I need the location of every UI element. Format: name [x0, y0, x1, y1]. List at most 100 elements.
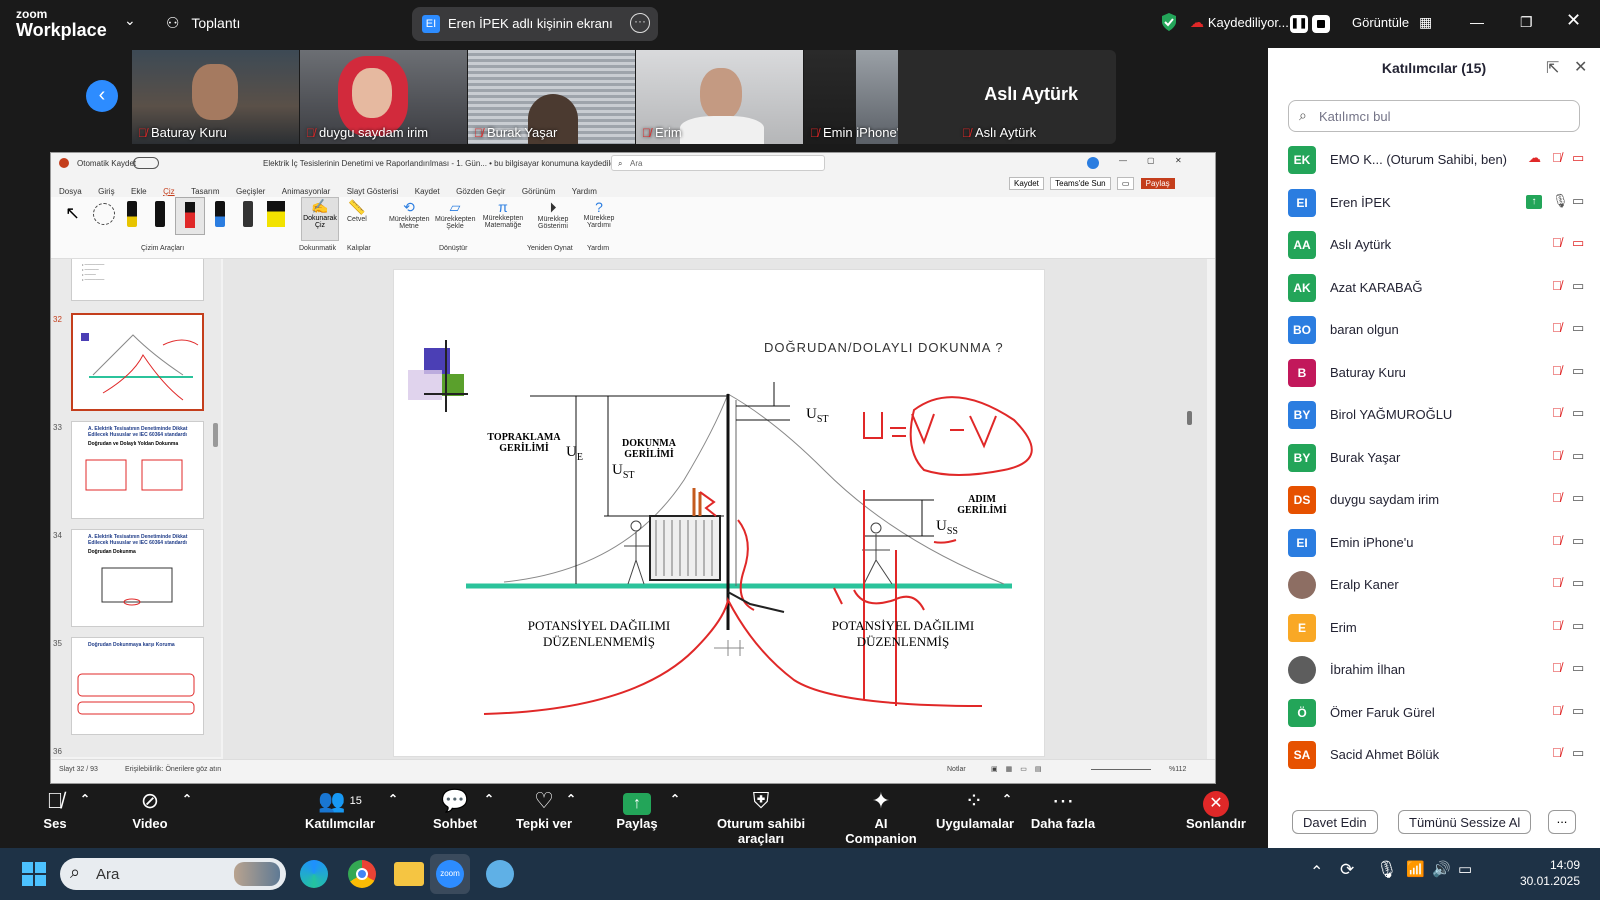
minimize-button[interactable]: — [1470, 14, 1484, 30]
highlighter-icon[interactable] [267, 201, 285, 227]
mic-off-icon[interactable]: 🎙̸ [1552, 320, 1562, 335]
more-button[interactable]: ⋯ Daha fazla [1030, 786, 1096, 831]
menu-review[interactable]: Gözden Geçir [456, 187, 505, 196]
pen-blue-icon[interactable] [215, 201, 225, 227]
video-tile[interactable]: 🎙̸ duygu saydam irim [300, 50, 467, 144]
video-options-chevron[interactable]: ⌃ [182, 792, 192, 806]
ppt-search-box[interactable]: ⌕ Ara [611, 155, 825, 171]
record-button[interactable]: Kaydet [1009, 177, 1044, 190]
microphone-icon[interactable]: 🎙 [1376, 860, 1398, 880]
menu-draw[interactable]: Çiz [163, 187, 175, 196]
edge-icon[interactable] [300, 860, 328, 888]
apps-chevron[interactable]: ⌃ [1002, 792, 1012, 806]
camera-icon[interactable]: ▭ [1572, 150, 1584, 166]
thumb-scrollbar[interactable] [213, 423, 218, 447]
menu-help[interactable]: Yardım [572, 187, 597, 196]
volume-icon[interactable]: 🔊 [1432, 860, 1451, 878]
participant-row[interactable]: EI Emin iPhone'u 🎙̸ ▭ [1288, 528, 1588, 557]
participant-row[interactable]: İbrahim İlhan 🎙̸ ▭ [1288, 656, 1588, 684]
mic-off-icon[interactable]: 🎙̸ [1552, 575, 1562, 590]
ai-companion-button[interactable]: ✦ AI Companion [838, 786, 924, 846]
windows-start-icon[interactable] [22, 862, 46, 886]
slide-thumbnail[interactable]: • ─────── • ───── • ──── • ─────── [71, 259, 204, 301]
zoom-level[interactable]: %112 [1169, 766, 1186, 773]
popout-icon[interactable]: ⇱ [1546, 58, 1559, 78]
close-panel-icon[interactable]: ✕ [1574, 57, 1587, 77]
camera-icon[interactable]: ▭ [1572, 660, 1584, 676]
accessibility-status[interactable]: Erişilebilirlik: Önerilere göz atın [125, 766, 221, 773]
taskbar-search[interactable]: ⌕ Ara [60, 858, 286, 890]
participant-search-input[interactable]: ⌕ Katılımcı bul [1288, 100, 1580, 132]
mic-off-icon[interactable]: 🎙̸ [1552, 533, 1562, 548]
menu-transitions[interactable]: Geçişler [236, 187, 265, 196]
pause-recording-button[interactable]: ❚❚ [1290, 15, 1308, 33]
chat-button[interactable]: 💬 Sohbet [430, 786, 480, 831]
participant-row[interactable]: EI Eren İPEK 🎙 ▭ ↑ [1288, 188, 1588, 217]
participants-button[interactable]: 👥 15 Katılımcılar [300, 786, 380, 831]
ink-to-math-button[interactable]: π Mürekkepten Matematiğe [479, 199, 527, 229]
video-tile[interactable]: Aslı Aytürk 🎙̸ Aslı Aytürk [898, 50, 1116, 144]
mic-off-icon[interactable]: 🎙̸ [1552, 618, 1562, 633]
slide-thumbnail[interactable]: A. Elektrik Tesisatının Denetiminde Dikk… [71, 421, 204, 519]
menu-record[interactable]: Kaydet [415, 187, 440, 196]
menu-slideshow[interactable]: Slayt Gösterisi [347, 187, 399, 196]
participant-row[interactable]: AK Azat KARABAĞ 🎙̸ ▭ [1288, 273, 1588, 302]
mic-off-icon[interactable]: 🎙̸ [1552, 363, 1562, 378]
strip-prev-button[interactable]: ‹ [86, 80, 118, 112]
apps-button[interactable]: ⁘ Uygulamalar [936, 786, 1014, 831]
mute-all-button[interactable]: Tümünü Sessize Al [1398, 810, 1532, 834]
mic-off-icon[interactable]: 🎙̸ [1552, 278, 1562, 293]
chat-chevron[interactable]: ⌃ [484, 792, 494, 806]
select-tool-icon[interactable]: ↖ [65, 203, 80, 224]
slide-thumbnail-current[interactable] [71, 313, 204, 411]
share-chevron[interactable]: ⌃ [670, 792, 680, 806]
view-mode-icons[interactable]: ▣▦▭▤ [991, 765, 1049, 773]
invite-button[interactable]: Davet Edin [1292, 810, 1378, 834]
menu-animations[interactable]: Animasyonlar [282, 187, 330, 196]
slide-scrollbar[interactable] [1187, 411, 1192, 425]
mic-off-icon[interactable]: 🎙̸ [1552, 235, 1562, 250]
mic-off-icon[interactable]: 🎙̸ [1552, 703, 1562, 718]
menu-file[interactable]: Dosya [59, 187, 82, 196]
ppt-close-button[interactable]: ✕ [1175, 156, 1182, 165]
ruler-button[interactable]: 📏 Cetvel [347, 199, 367, 223]
ppt-minimize-button[interactable]: — [1119, 156, 1127, 165]
more-options-icon[interactable]: ··· [630, 13, 650, 33]
participant-row[interactable]: B Baturay Kuru 🎙̸ ▭ [1288, 358, 1588, 387]
participant-row[interactable]: BO baran olgun 🎙̸ ▭ [1288, 316, 1588, 344]
camera-icon[interactable]: ▭ [1572, 405, 1584, 421]
chrome-icon[interactable] [348, 860, 376, 888]
participants-chevron[interactable]: ⌃ [388, 792, 398, 806]
pen-red-selected[interactable] [175, 197, 205, 235]
close-button[interactable]: ✕ [1566, 10, 1581, 31]
host-tools-button[interactable]: ⛨ Oturum sahibi araçları [696, 786, 826, 846]
comments-icon[interactable]: ▭ [1116, 177, 1135, 190]
participant-row[interactable]: E Erim 🎙̸ ▭ [1288, 613, 1588, 642]
end-meeting-button[interactable]: ✕ Sonlandır [1186, 786, 1246, 831]
more-options-button[interactable]: ... [1548, 810, 1576, 834]
menu-view[interactable]: Görünüm [522, 187, 555, 196]
ink-replay-button[interactable]: ⏵ Mürekkep Gösterimi [533, 199, 573, 230]
participant-row[interactable]: SA Sacid Ahmet Bölük 🎙̸ ▭ [1288, 741, 1588, 769]
pen-black-icon[interactable] [155, 201, 165, 227]
video-tile[interactable]: 🎙̸ Baturay Kuru [132, 50, 299, 144]
participant-row[interactable]: Ö Ömer Faruk Gürel 🎙̸ ▭ [1288, 698, 1588, 727]
camera-icon[interactable]: ▭ [1572, 703, 1584, 719]
react-button[interactable]: ♡ Tepki ver [514, 786, 574, 831]
chevron-down-icon[interactable]: ⌄ [124, 12, 136, 29]
slide-thumbnail[interactable]: A. Elektrik Tesisatının Denetiminde Dikk… [71, 529, 204, 627]
participant-row[interactable]: BY Burak Yaşar 🎙̸ ▭ [1288, 443, 1588, 472]
mic-off-icon[interactable]: 🎙̸ [1552, 660, 1562, 675]
clock[interactable]: 14:09 30.01.2025 [1500, 857, 1580, 889]
account-avatar[interactable] [1087, 157, 1099, 169]
camera-icon[interactable]: ▭ [1572, 278, 1584, 294]
ppt-maximize-button[interactable]: ▢ [1147, 156, 1155, 165]
video-tile[interactable]: 🎙̸ Burak Yaşar [468, 50, 635, 144]
camera-icon[interactable]: ▭ [1572, 363, 1584, 379]
react-chevron[interactable]: ⌃ [566, 792, 576, 806]
autosave-toggle[interactable] [133, 157, 159, 169]
menu-insert[interactable]: Ekle [131, 187, 147, 196]
camera-icon[interactable]: ▭ [1572, 745, 1584, 761]
participant-row[interactable]: BY Birol YAĞMUROĞLU 🎙̸ ▭ [1288, 401, 1588, 429]
meeting-menu-button[interactable]: ⚇ Toplantı [166, 14, 240, 32]
